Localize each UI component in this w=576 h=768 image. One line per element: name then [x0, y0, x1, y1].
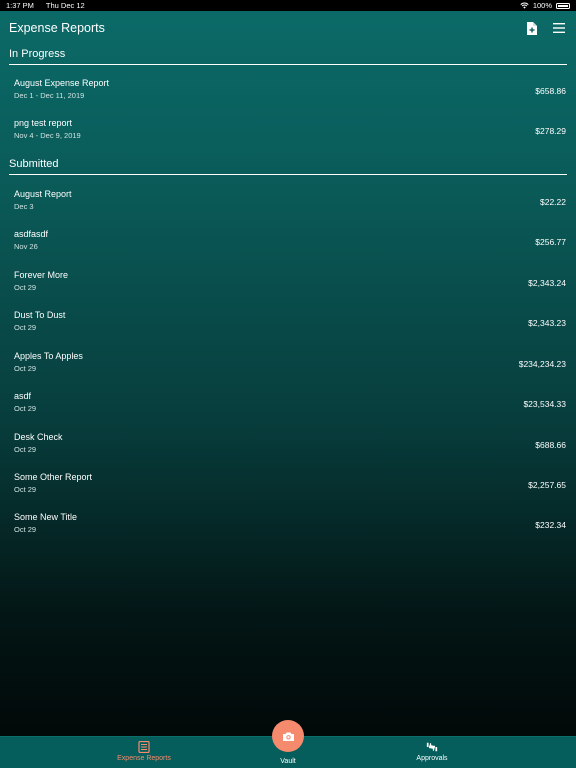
- report-date: Dec 3: [14, 202, 34, 211]
- report-amount: $688.66: [535, 440, 566, 450]
- report-row[interactable]: png test report Nov 4 - Dec 9, 2019 $278…: [14, 118, 566, 148]
- status-bar: 1:37 PM Thu Dec 12 100%: [0, 0, 576, 11]
- report-row[interactable]: asdf Oct 29 $23,534.33: [14, 391, 566, 421]
- report-amount: $658.86: [535, 86, 566, 96]
- report-row[interactable]: Apples To Apples Oct 29 $234,234.23: [14, 351, 566, 381]
- report-amount: $2,343.23: [528, 318, 566, 328]
- report-title: August Expense Report: [14, 78, 110, 88]
- report-date: Oct 29: [14, 525, 37, 534]
- section-header-submitted: Submitted: [9, 158, 567, 175]
- report-title: Some New Title: [14, 512, 78, 522]
- report-title: asdfasdf: [14, 229, 49, 239]
- report-title: Desk Check: [14, 432, 63, 442]
- report-row[interactable]: August Report Dec 3 $22.22: [14, 189, 566, 219]
- tab-label: Approvals: [416, 755, 448, 762]
- report-amount: $2,257.65: [528, 480, 566, 490]
- report-amount: $232.34: [535, 520, 566, 530]
- status-left: 1:37 PM Thu Dec 12: [6, 0, 95, 11]
- report-title: Forever More: [14, 270, 69, 280]
- battery-icon: [556, 2, 570, 9]
- vault-camera-button[interactable]: [272, 720, 304, 752]
- report-amount: $234,234.23: [518, 359, 566, 369]
- report-date: Oct 29: [14, 485, 37, 494]
- report-row[interactable]: Some New Title Oct 29 $232.34: [14, 512, 566, 542]
- section-header-in-progress: In Progress: [9, 48, 567, 65]
- status-right: 100%: [520, 0, 570, 11]
- report-title: Some Other Report: [14, 472, 93, 482]
- thumbs-up-down-icon: [426, 742, 438, 752]
- battery-percent: 100%: [532, 1, 552, 10]
- report-title: asdf: [14, 391, 32, 401]
- report-date: Oct 29: [14, 323, 37, 332]
- report-title: August Report: [14, 189, 72, 199]
- report-title: png test report: [14, 118, 73, 128]
- status-time: 1:37 PM: [6, 1, 34, 10]
- report-row[interactable]: asdfasdf Nov 26 $256.77: [14, 229, 566, 259]
- camera-icon: [282, 732, 294, 741]
- report-row[interactable]: Some Other Report Oct 29 $2,257.65: [14, 472, 566, 502]
- report-date: Nov 4 - Dec 9, 2019: [14, 131, 81, 140]
- menu-icon[interactable]: [551, 20, 567, 36]
- app-header: Expense Reports: [0, 11, 576, 45]
- report-amount: $2,343.24: [528, 278, 566, 288]
- report-row[interactable]: Forever More Oct 29 $2,343.24: [14, 270, 566, 300]
- report-row[interactable]: Dust To Dust Oct 29 $2,343.23: [14, 310, 566, 340]
- report-amount: $278.29: [535, 126, 566, 136]
- report-date: Oct 29: [14, 404, 37, 413]
- tab-expense-reports[interactable]: Expense Reports: [94, 741, 194, 762]
- page-title: Expense Reports: [9, 21, 105, 35]
- report-date: Oct 29: [14, 445, 37, 454]
- add-report-icon[interactable]: [523, 20, 539, 36]
- report-title: Dust To Dust: [14, 310, 66, 320]
- report-amount: $256.77: [535, 237, 566, 247]
- report-date: Oct 29: [14, 283, 37, 292]
- report-date: Dec 1 - Dec 11, 2019: [14, 91, 85, 100]
- report-row[interactable]: Desk Check Oct 29 $688.66: [14, 432, 566, 462]
- report-amount: $22.22: [540, 197, 566, 207]
- tab-vault-label[interactable]: Vault: [262, 758, 314, 765]
- wifi-icon: [520, 2, 529, 9]
- status-date: Thu Dec 12: [45, 1, 85, 10]
- report-list-icon: [138, 741, 150, 753]
- report-row[interactable]: August Expense Report Dec 1 - Dec 11, 20…: [14, 78, 566, 108]
- report-amount: $23,534.33: [523, 399, 566, 409]
- tab-label: Expense Reports: [117, 755, 171, 762]
- report-date: Nov 26: [14, 242, 38, 251]
- tab-approvals[interactable]: Approvals: [382, 741, 482, 762]
- report-date: Oct 29: [14, 364, 37, 373]
- report-title: Apples To Apples: [14, 351, 83, 361]
